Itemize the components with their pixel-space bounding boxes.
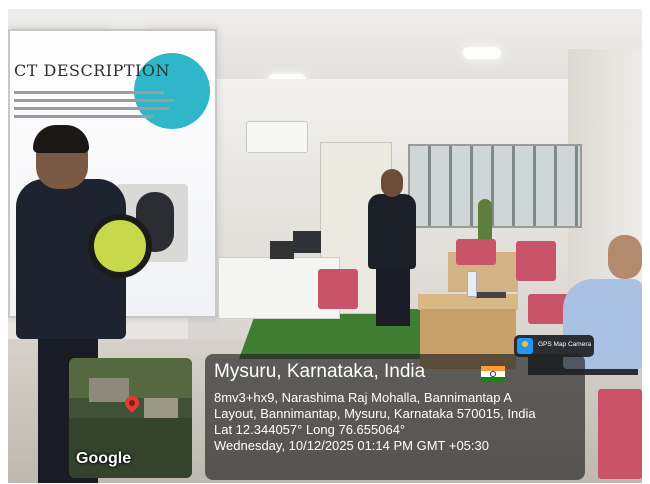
location-info-card: Mysuru, Karnataka, India 8mv3+hx9, Naras… (205, 354, 585, 480)
address-line: 8mv3+hx9, Narashima Raj Mohalla, Bannima… (214, 390, 513, 405)
water-bottle (467, 271, 477, 297)
chair (598, 389, 642, 479)
coordinates: Lat 12.344057° Long 76.655064° (214, 422, 406, 437)
ceiling-light (463, 47, 501, 59)
seated-person-head (608, 235, 642, 279)
india-flag-icon (481, 366, 505, 382)
flag-wheel (490, 371, 496, 377)
window (408, 144, 582, 228)
slide-text-line (14, 99, 174, 102)
person-standing-legs (376, 264, 410, 326)
address-line: Layout, Bannimantap, Mysuru, Karnataka 5… (214, 406, 536, 421)
printer (270, 241, 294, 259)
location-title: Mysuru, Karnataka, India (214, 361, 426, 382)
slide-text-line (14, 107, 169, 110)
monitor (293, 231, 321, 253)
map-area (69, 358, 192, 398)
datetime: Wednesday, 10/12/2025 01:14 PM GMT +05:3… (214, 438, 489, 453)
chair (516, 241, 556, 281)
map-pin-dot (129, 400, 135, 406)
helmet (88, 214, 152, 278)
map-area (69, 418, 192, 478)
map-building (89, 378, 129, 402)
photo-frame: CT DESCRIPTION Google GPS Map Camera Mys… (8, 9, 642, 483)
slide-text-line (14, 91, 164, 94)
map-provider-label: Google (76, 450, 132, 467)
chair (318, 269, 358, 309)
laptop (476, 292, 506, 298)
map-thumbnail: Google (69, 358, 192, 478)
flag-band (481, 376, 505, 382)
camera-app-icon (517, 338, 533, 354)
air-conditioner (246, 121, 308, 153)
slide-title: CT DESCRIPTION (14, 61, 170, 80)
slide-text-line (14, 115, 154, 118)
app-name: GPS Map Camera (538, 341, 592, 348)
person-standing-head (381, 169, 403, 197)
person-standing (368, 194, 416, 269)
chair (456, 239, 496, 265)
camera-app-icon-dot (522, 341, 528, 347)
